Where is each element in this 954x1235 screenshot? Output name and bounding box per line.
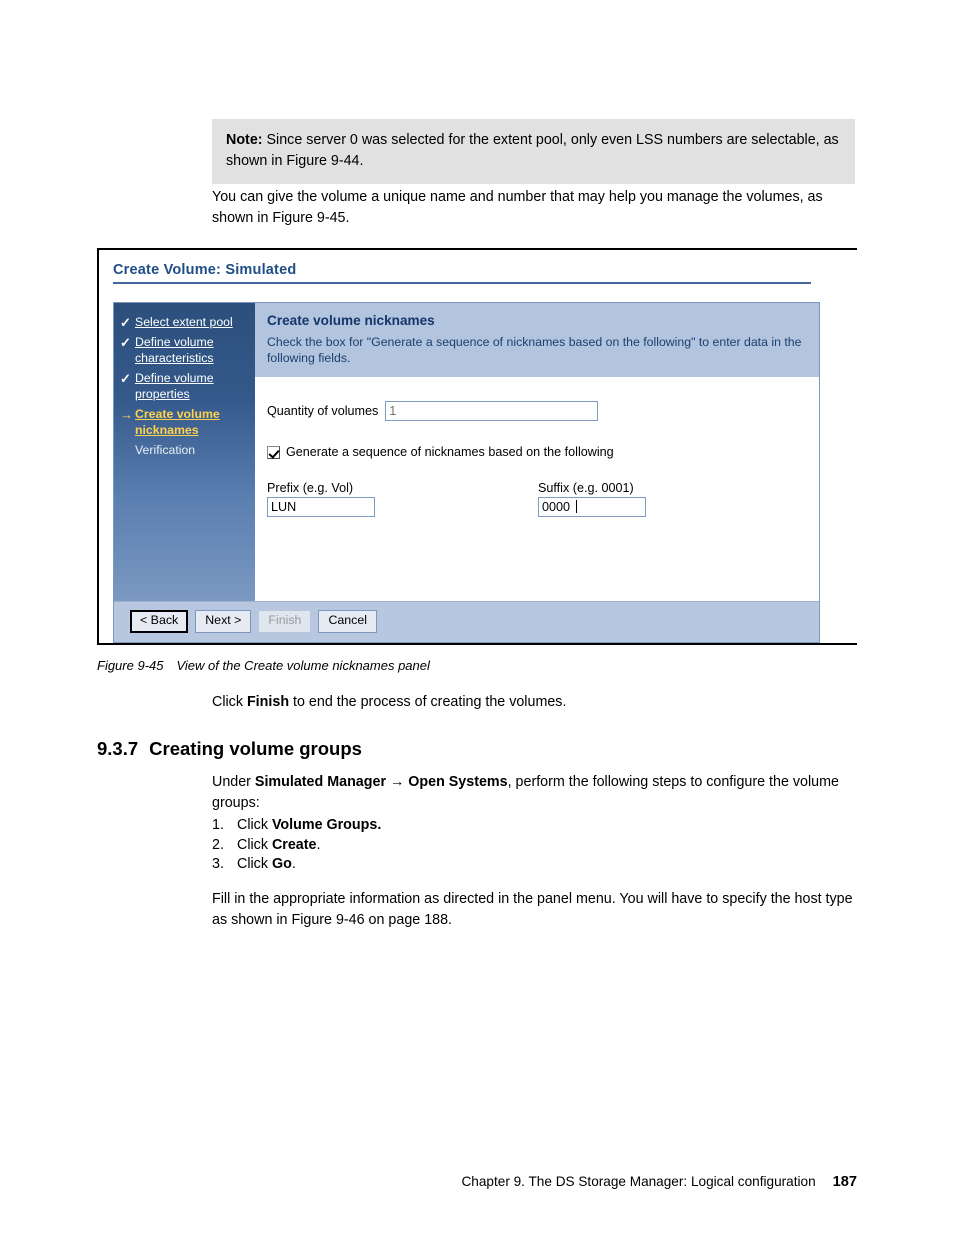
figure-caption-text: View of the Create volume nicknames pane… [176,658,430,673]
step-number: 2. [212,836,224,853]
wizard-button-bar: < Back Next > Finish Cancel [114,601,819,642]
post-figure-paragraph: Click Finish to end the process of creat… [212,692,857,713]
step-before: Click [237,817,272,833]
wizard-panel: ✓ Select extent pool ✓ Define volume cha… [113,302,820,643]
suffix-input[interactable] [538,497,646,518]
under-paragraph: Under Simulated Manager → Open Systems, … [212,772,857,813]
panel-description: Check the box for "Generate a sequence o… [267,335,802,366]
figure-caption: Figure 9-45 View of the Create volume nic… [97,658,430,673]
post-figure-bold: Finish [246,694,290,710]
simulated-app-window: Create Volume: Simulated ✓ Select extent… [99,250,857,643]
wizard-step-label[interactable]: Select extent pool [135,315,251,331]
panel-header: Create volume nicknames Check the box fo… [255,303,819,378]
list-item: 1. Click Volume Groups. [212,816,812,836]
quantity-of-volumes-input[interactable] [385,401,599,422]
prefix-suffix-row: Prefix (e.g. Vol) Suffix (e.g. 0001) [267,481,807,518]
panel-title: Create volume nicknames [267,313,435,328]
fill-paragraph: Fill in the appropriate information as d… [212,891,853,928]
wizard-step-nav: ✓ Select extent pool ✓ Define volume cha… [114,303,255,601]
wizard-panel-content: Create volume nicknames Check the box fo… [255,303,819,601]
wizard-step-label[interactable]: Define volume characteristics [135,335,251,367]
step-bold: Go [271,856,292,873]
quantity-label: Quantity of volumes [267,404,379,419]
step-after: . [291,856,296,873]
under-bold-2: Open Systems [408,774,508,790]
under-text-1: Under [212,774,255,790]
step-number: 1. [212,817,224,833]
post-figure-before: Click [212,694,247,710]
check-icon: ✓ [120,315,131,330]
check-icon: ✓ [120,335,131,351]
wizard-step-label: Verification [135,443,196,458]
steps-list: 1. Click Volume Groups. 2. Click Create.… [212,816,812,875]
note-label: Note: [226,132,263,148]
generate-sequence-label: Generate a sequence of nicknames based o… [286,445,614,460]
arrow-glyph: → [386,774,409,790]
next-button[interactable]: Next > [195,610,252,633]
list-item: 2. Click Create. [212,836,812,856]
text-caret [576,500,577,514]
wizard-panel-main: ✓ Select extent pool ✓ Define volume cha… [114,303,819,601]
suffix-field-group: Suffix (e.g. 0001) [538,481,646,518]
generate-sequence-checkbox-row[interactable]: Generate a sequence of nicknames based o… [267,445,807,459]
app-title-rule [113,282,811,284]
check-icon: ✓ [120,371,131,387]
footer-chapter: Chapter 9. The DS Storage Manager: Logic… [461,1174,816,1189]
prefix-input[interactable] [267,497,375,518]
wizard-step-label-current[interactable]: Create volume nicknames [135,407,251,439]
step-number: 3. [212,856,224,873]
figure-9-45: Create Volume: Simulated ✓ Select extent… [97,248,857,645]
wizard-step-define-volume-characteristics[interactable]: ✓ Define volume characteristics [114,335,255,371]
step-text: Click Create. [237,836,320,856]
back-button[interactable]: < Back [130,610,189,633]
wizard-step-verification: Verification [114,443,255,463]
step-bold: Create [271,836,317,853]
note-callout: Note: Since server 0 was selected for th… [212,119,855,185]
section-heading: 9.3.7 Creating volume groups [97,738,362,760]
note-text: Since server 0 was selected for the exte… [226,132,839,169]
section-number: 9.3.7 [97,738,139,759]
cancel-button[interactable]: Cancel [318,610,378,633]
step-text: Click Go. [237,855,296,875]
step-bold: Volume Groups. [271,817,382,833]
wizard-step-label[interactable]: Define volume properties [135,371,251,403]
list-item: 3. Click Go. [212,855,812,875]
prefix-field-group: Prefix (e.g. Vol) [267,481,375,518]
step-before: Click [237,836,272,853]
page-footer: Chapter 9. The DS Storage Manager: Logic… [97,1174,857,1190]
wizard-step-select-extent-pool[interactable]: ✓ Select extent pool [114,315,255,335]
post-figure-after: to end the process of creating the volum… [289,694,567,710]
intro-paragraph: You can give the volume a unique name an… [212,189,823,226]
arrow-right-icon: → [120,407,133,423]
finish-button: Finish [258,610,312,633]
figure-bottom-rule [97,642,857,645]
suffix-input-wrapper [538,497,646,518]
under-bold-1: Simulated Manager [254,774,387,790]
checkbox-checked-icon[interactable] [267,445,280,459]
step-before: Click [237,856,272,873]
document-page: Note: Since server 0 was selected for th… [0,0,954,1235]
figure-number: Figure 9-45 [97,658,164,673]
wizard-step-create-volume-nicknames[interactable]: → Create volume nicknames [114,407,255,443]
suffix-caption: Suffix (e.g. 0001) [538,481,634,496]
figure-body: Create Volume: Simulated ✓ Select extent… [97,250,857,643]
step-after: . [316,836,321,853]
page-number: 187 [832,1174,857,1190]
quantity-field-row: Quantity of volumes [267,401,807,422]
nickname-form: Quantity of volumes Generate a sequence … [255,377,819,527]
wizard-step-define-volume-properties[interactable]: ✓ Define volume properties [114,371,255,407]
prefix-caption: Prefix (e.g. Vol) [267,481,354,496]
step-text: Click Volume Groups. [237,816,381,836]
section-title: Creating volume groups [149,738,362,759]
app-window-title: Create Volume: Simulated [113,262,297,278]
